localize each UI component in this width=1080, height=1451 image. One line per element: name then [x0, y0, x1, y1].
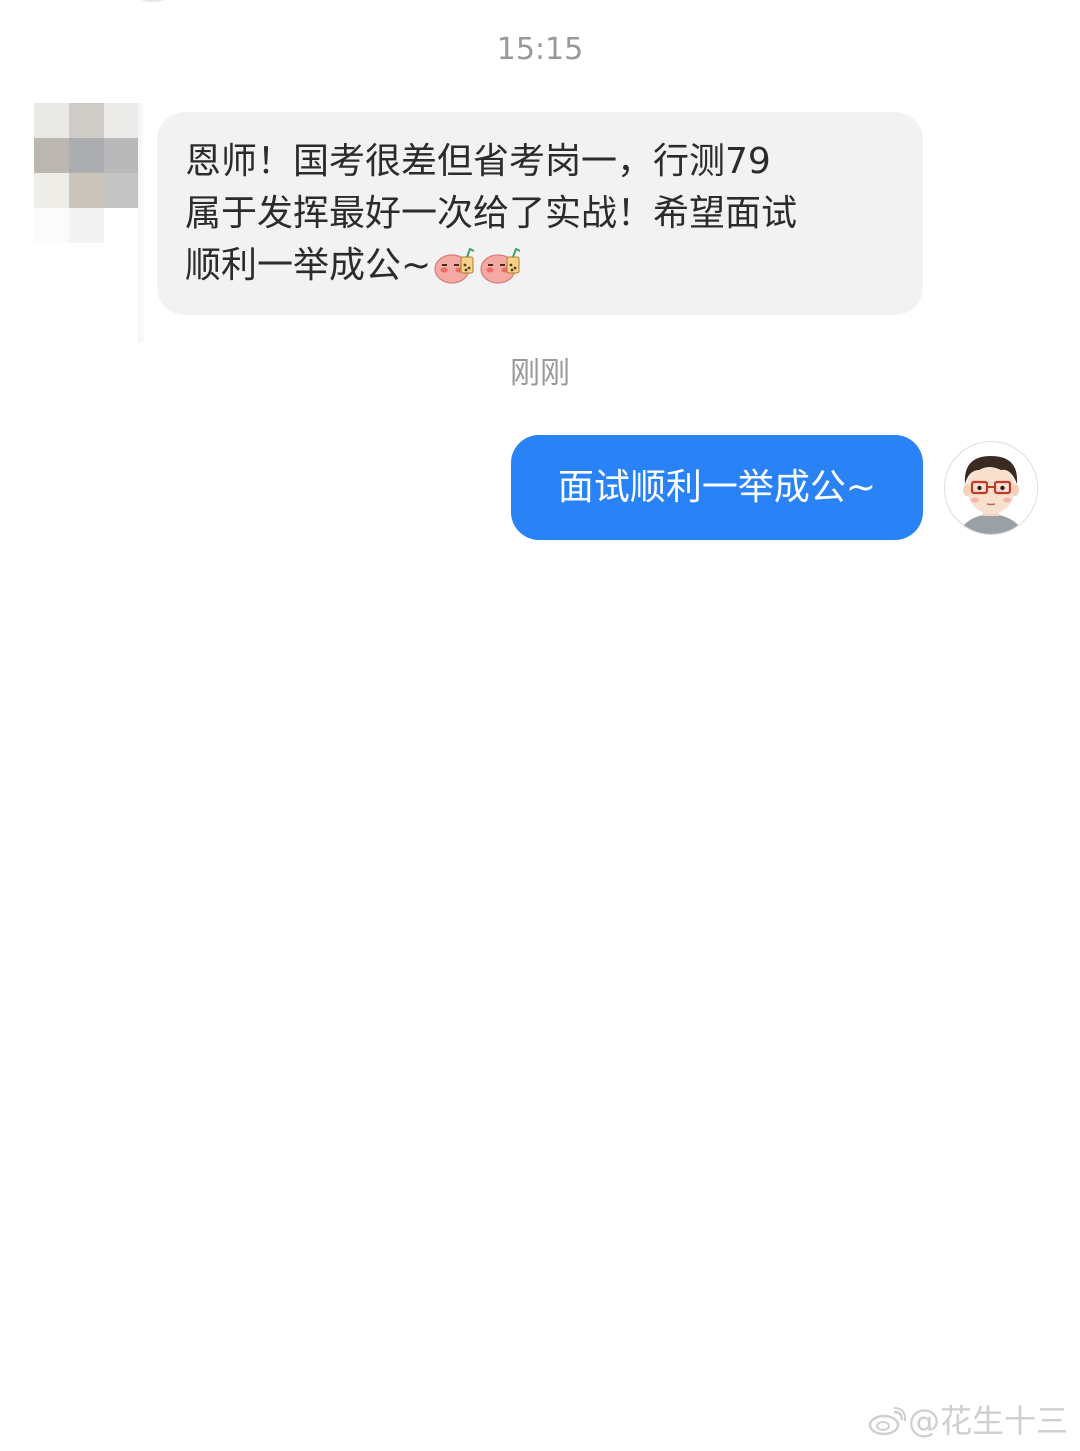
weibo-watermark: @花生十三 — [868, 1401, 1068, 1441]
outgoing-message-bubble[interactable]: 面试顺利一举成公~ — [511, 435, 923, 540]
peach-sticker-icon — [434, 247, 475, 284]
message-timestamp: 刚刚 — [510, 356, 570, 391]
message-line: 恩师！国考很差但省考岗一，行测79 — [185, 141, 771, 182]
watermark-text: @花生十三 — [907, 1402, 1068, 1440]
outgoing-message-text: 面试顺利一举成公~ — [557, 467, 877, 508]
peach-sticker-icon — [480, 247, 521, 284]
previous-avatar-remnant — [130, 0, 176, 2]
message-line-text: 顺利一举成公~ — [185, 245, 432, 286]
message-line-last: 顺利一举成公~ — [185, 240, 897, 292]
contact-avatar-pixelated[interactable] — [34, 103, 139, 243]
message-line: 属于发挥最好一次给了实战！希望面试 — [185, 193, 798, 234]
user-avatar[interactable] — [944, 441, 1038, 535]
weibo-logo-icon — [868, 1407, 906, 1436]
incoming-message-bubble[interactable]: 恩师！国考很差但省考岗一，行测79 属于发挥最好一次给了实战！希望面试 顺利一举… — [157, 112, 923, 315]
cartoon-man-avatar-icon — [945, 442, 1037, 534]
avatar-shadow — [138, 103, 146, 343]
message-timestamp: 15:15 — [496, 32, 584, 67]
